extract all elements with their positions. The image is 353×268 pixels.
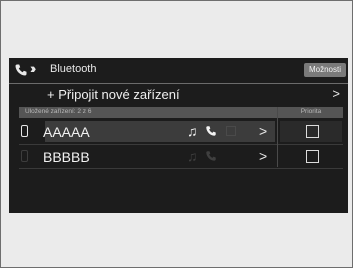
manual-figure-frame: ›› Bluetooth Možnosti + Připojit nové za… (0, 0, 353, 268)
row-divider (19, 144, 343, 145)
bluetooth-screen: ›› Bluetooth Možnosti + Připojit nové za… (9, 58, 348, 213)
screen-title: Bluetooth (50, 63, 97, 75)
saved-devices-header: Uložené zařízení: 2 z 6 (19, 107, 284, 118)
priority-label: Priorita (300, 108, 322, 115)
priority-checkbox[interactable] (306, 150, 319, 163)
double-chevron-icon: ›› (30, 60, 37, 76)
priority-cell (280, 121, 342, 142)
chevron-right-icon: > (332, 86, 340, 101)
column-divider (277, 107, 278, 167)
top-bar: ›› Bluetooth Možnosti (9, 58, 348, 82)
priority-checkbox[interactable] (306, 125, 319, 138)
device-name: AAAAA (43, 124, 90, 140)
device-row[interactable]: AAAAA ♫ > (21, 121, 275, 142)
phone-icon (206, 126, 216, 136)
add-device-row[interactable]: + Připojit nové zařízení > (9, 84, 348, 105)
device-row[interactable]: BBBBB ♫ > (21, 146, 275, 167)
options-button[interactable]: Možnosti (304, 63, 346, 77)
priority-header: Priorita (279, 107, 343, 118)
phone-icon (15, 64, 27, 76)
saved-devices-count: Uložené zařízení: 2 z 6 (25, 108, 92, 115)
device-name: BBBBB (43, 149, 90, 165)
music-note-icon: ♫ (187, 123, 198, 139)
phone-icon (206, 151, 216, 161)
chevron-right-icon: > (259, 123, 268, 139)
music-note-icon: ♫ (187, 148, 198, 164)
row-divider (19, 168, 343, 169)
smartphone-icon (21, 125, 28, 137)
chevron-right-icon: > (259, 148, 268, 164)
play-icon (226, 126, 236, 136)
priority-cell (280, 146, 342, 167)
smartphone-icon (21, 150, 28, 162)
add-device-label: + Připojit nové zařízení (47, 87, 180, 102)
